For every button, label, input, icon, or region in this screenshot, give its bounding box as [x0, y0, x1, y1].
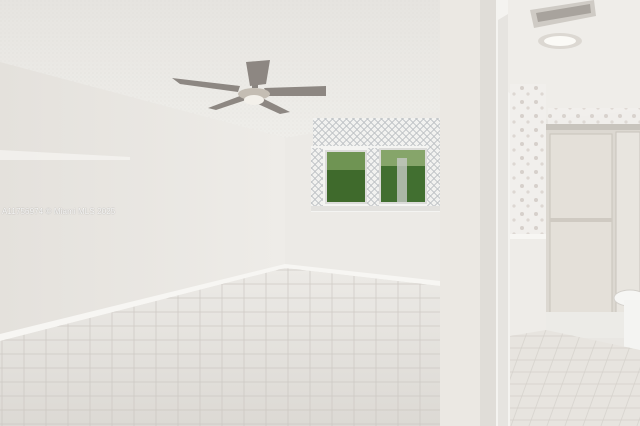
window-valance [313, 118, 441, 150]
partition-wall [440, 0, 482, 426]
floral-wallpaper [510, 84, 546, 234]
listing-photo: A11756974 © Miami MLS 2025 [0, 0, 640, 426]
watermark-text: A11756974 © Miami MLS 2025 [2, 207, 116, 216]
